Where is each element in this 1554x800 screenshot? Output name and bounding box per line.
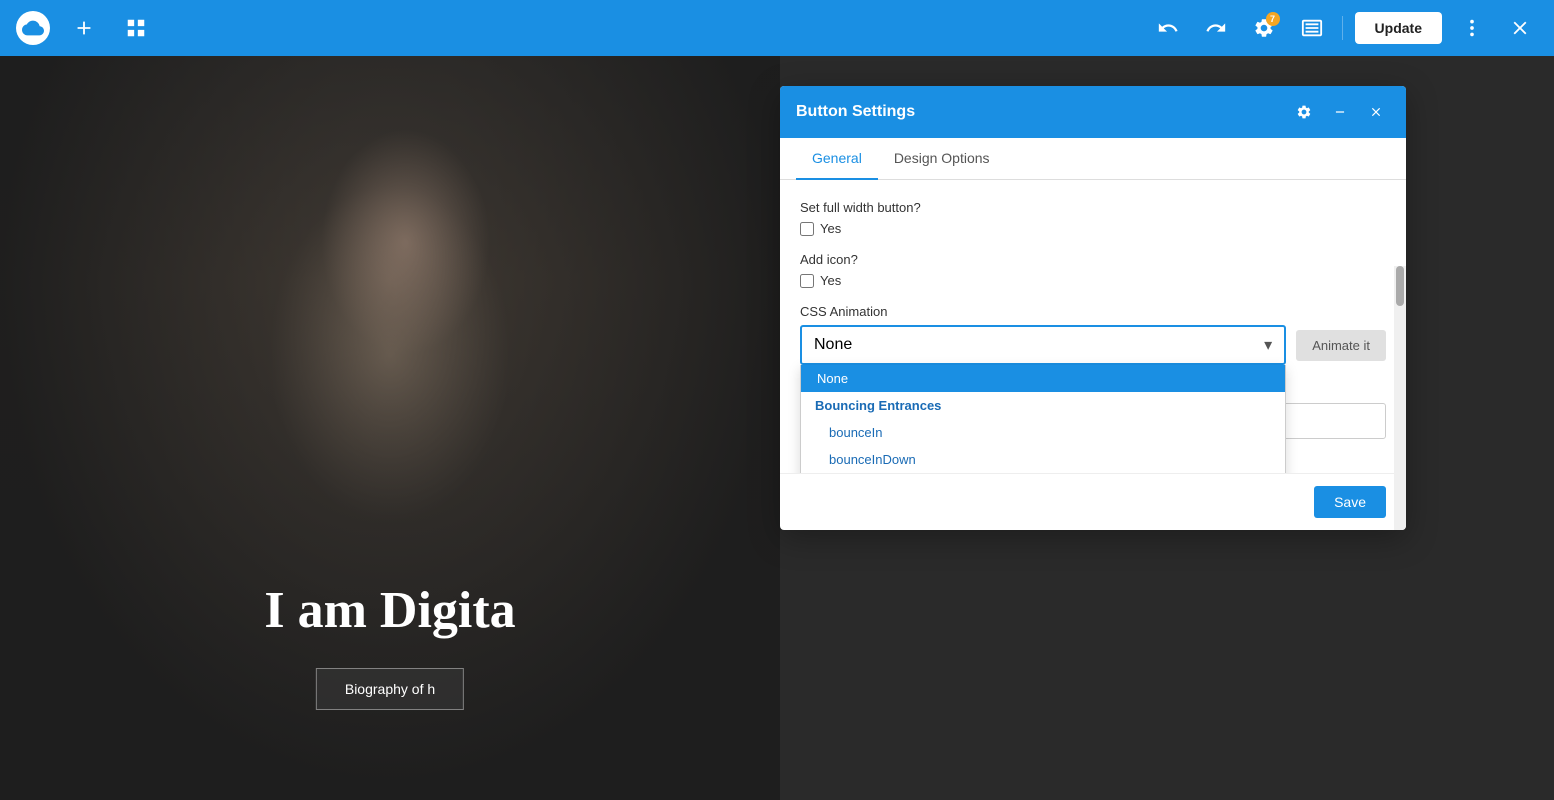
redo-button[interactable] — [1198, 10, 1234, 46]
modal-title: Button Settings — [796, 103, 915, 121]
update-button[interactable]: Update — [1355, 12, 1442, 44]
option-bouncing-group: Bouncing Entrances — [801, 392, 1285, 419]
full-width-label: Set full width button? — [800, 200, 1386, 215]
topbar-left — [16, 10, 154, 46]
notification-badge: 7 — [1266, 12, 1280, 26]
animation-dropdown-container: None ▾ None Bouncing Entrances bounceIn … — [800, 325, 1286, 365]
hero-background: I am Digita Biography of h — [0, 56, 780, 800]
option-none[interactable]: None — [801, 365, 1285, 392]
more-options-button[interactable] — [1454, 10, 1490, 46]
hero-cta-button[interactable]: Biography of h — [316, 668, 464, 710]
close-topbar-button[interactable] — [1502, 10, 1538, 46]
option-bounceInDown[interactable]: bounceInDown — [801, 446, 1285, 473]
preview-button[interactable] — [1294, 10, 1330, 46]
divider — [1342, 16, 1343, 40]
full-width-yes-label: Yes — [820, 221, 841, 236]
animate-it-button[interactable]: Animate it — [1296, 330, 1386, 361]
full-width-checkbox-row: Yes — [800, 221, 1386, 236]
animation-dropdown-value: None — [814, 336, 852, 354]
add-button[interactable] — [66, 10, 102, 46]
option-bounceIn[interactable]: bounceIn — [801, 419, 1285, 446]
add-icon-yes-label: Yes — [820, 273, 841, 288]
add-icon-label: Add icon? — [800, 252, 1386, 267]
modal-settings-button[interactable] — [1290, 98, 1318, 126]
add-icon-checkbox-row: Yes — [800, 273, 1386, 288]
css-animation-group: CSS Animation None ▾ None Bouncing Ent — [800, 304, 1386, 391]
save-button[interactable]: Save — [1314, 486, 1386, 518]
add-icon-group: Add icon? Yes — [800, 252, 1386, 288]
hero-heading: I am Digita — [264, 581, 515, 640]
modal-header-actions — [1290, 98, 1390, 126]
settings-with-badge: 7 — [1246, 10, 1282, 46]
cloud-logo[interactable] — [16, 11, 50, 45]
topbar: 7 Update — [0, 0, 1554, 56]
tab-general[interactable]: General — [796, 138, 878, 180]
modal-close-button[interactable] — [1362, 98, 1390, 126]
modal-header: Button Settings — [780, 86, 1406, 138]
animation-dropdown-wrapper: None ▾ — [800, 325, 1286, 365]
modal-tabs: General Design Options — [780, 138, 1406, 180]
button-settings-modal: Button Settings General Design Options — [780, 86, 1406, 530]
modal-content: Set full width button? Yes Add icon? Yes… — [780, 180, 1406, 473]
grid-button[interactable] — [118, 10, 154, 46]
animation-dropdown-trigger[interactable]: None ▾ — [800, 325, 1286, 365]
full-width-checkbox[interactable] — [800, 222, 814, 236]
scrollbar-track — [1394, 266, 1406, 530]
canvas-area: I am Digita Biography of h Button Settin… — [0, 56, 1554, 800]
scrollbar-thumb[interactable] — [1396, 266, 1404, 306]
undo-button[interactable] — [1150, 10, 1186, 46]
css-animation-label: CSS Animation — [800, 304, 1386, 319]
modal-minimize-button[interactable] — [1326, 98, 1354, 126]
animation-dropdown-list: None Bouncing Entrances bounceIn bounceI… — [800, 365, 1286, 473]
animation-dropdown-row: None ▾ None Bouncing Entrances bounceIn … — [800, 325, 1386, 365]
dropdown-chevron-icon: ▾ — [1264, 335, 1272, 355]
add-icon-checkbox[interactable] — [800, 274, 814, 288]
topbar-right: 7 Update — [1150, 10, 1538, 46]
full-width-group: Set full width button? Yes — [800, 200, 1386, 236]
tab-design-options[interactable]: Design Options — [878, 138, 1006, 180]
modal-footer: Save — [780, 473, 1406, 530]
